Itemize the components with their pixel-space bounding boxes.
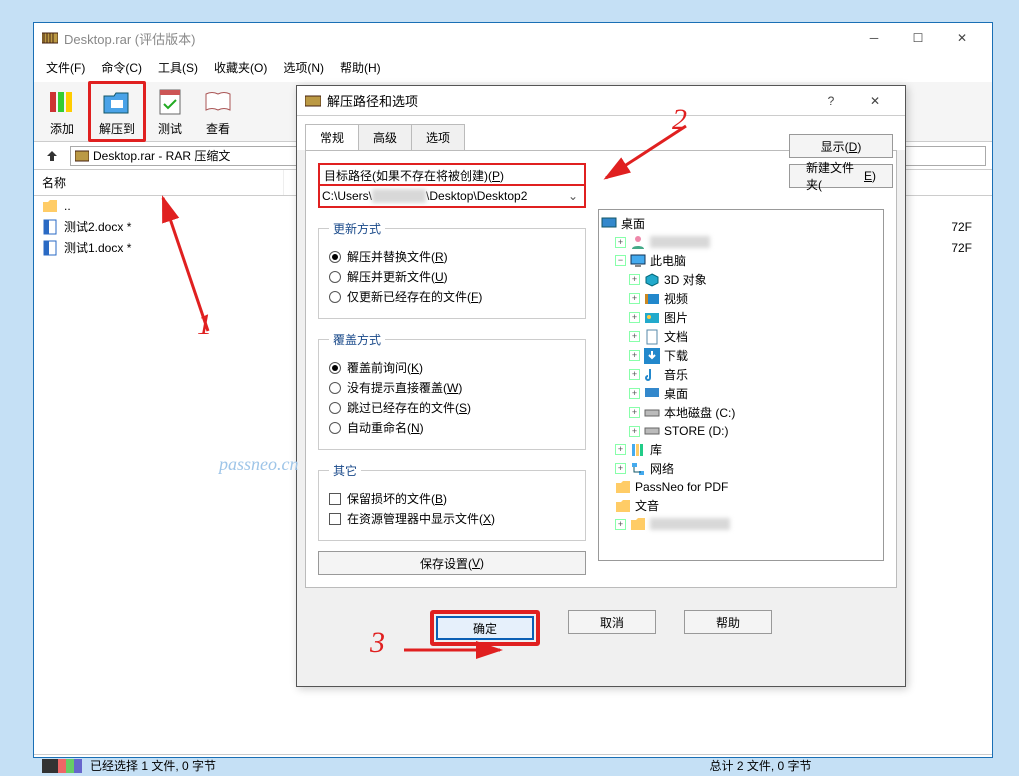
btn-save-settings[interactable]: 保存设置(V) (318, 551, 586, 575)
folder-icon (615, 479, 631, 495)
path-input-seg2: \Desktop\Desktop2 (426, 189, 564, 203)
network-icon (630, 461, 646, 477)
maximize-button[interactable]: ☐ (896, 23, 940, 53)
collapse-icon[interactable]: − (615, 255, 626, 266)
book-open-icon (202, 86, 234, 118)
tab-general[interactable]: 常规 (305, 124, 359, 150)
statusbar: 已经选择 1 文件, 0 字节 总计 2 文件, 0 字节 (34, 754, 992, 776)
docx-icon (42, 219, 58, 235)
video-icon (644, 291, 660, 307)
tree-node-desktop: 桌面 (601, 214, 881, 233)
winrar-icon (42, 30, 58, 46)
btn-extract-to[interactable]: 解压到 (88, 81, 146, 142)
pictures-icon (644, 310, 660, 326)
radio-overwrite[interactable]: 没有提示直接覆盖(W) (329, 379, 575, 396)
expand-icon[interactable]: + (615, 237, 626, 248)
downloads-icon (644, 348, 660, 364)
documents-icon (644, 329, 660, 345)
dialog-help-button[interactable]: ? (809, 86, 853, 116)
btn-display[interactable]: 显示(D) (789, 134, 893, 158)
btn-add[interactable]: 添加 (38, 84, 86, 139)
menu-fav[interactable]: 收藏夹(O) (206, 55, 275, 80)
check-keep-broken[interactable]: 保留损坏的文件(B) (329, 490, 575, 507)
folder-open-icon (101, 86, 133, 118)
desktop-icon (644, 386, 660, 402)
tab-options[interactable]: 选项 (411, 124, 465, 150)
menu-help[interactable]: 帮助(H) (332, 55, 389, 80)
music-icon (644, 367, 660, 383)
group-overwrite: 覆盖方式 覆盖前询问(K) 没有提示直接覆盖(W) 跳过已经存在的文件(S) 自… (318, 331, 586, 450)
group-update: 更新方式 解压并替换文件(R) 解压并更新文件(U) 仅更新已经存在的文件(F) (318, 220, 586, 319)
radio-skip[interactable]: 跳过已经存在的文件(S) (329, 399, 575, 416)
status-indicator-icon (42, 759, 82, 773)
check-show-explorer[interactable]: 在资源管理器中显示文件(X) (329, 510, 575, 527)
dialog-buttons: 确定 取消 帮助 (297, 596, 905, 664)
winrar-icon (305, 93, 321, 109)
folder-icon (615, 498, 631, 514)
path-blur (372, 189, 426, 203)
minimize-button[interactable]: ─ (852, 23, 896, 53)
clipboard-check-icon (154, 86, 186, 118)
menu-file[interactable]: 文件(F) (38, 55, 93, 80)
path-text: Desktop.rar - RAR 压缩文 (93, 147, 230, 164)
arrow-annotation (148, 186, 238, 336)
menubar: 文件(F) 命令(C) 工具(S) 收藏夹(O) 选项(N) 帮助(H) (34, 53, 992, 82)
radio-extract-update[interactable]: 解压并更新文件(U) (329, 268, 575, 285)
status-right: 总计 2 文件, 0 字节 (537, 757, 984, 774)
annotation-3: 3 (370, 626, 385, 660)
menu-options[interactable]: 选项(N) (275, 55, 332, 80)
arrow-annotation (400, 636, 510, 662)
menu-tools[interactable]: 工具(S) (150, 55, 206, 80)
status-left: 已经选择 1 文件, 0 字节 (90, 757, 537, 774)
pc-icon (630, 253, 646, 269)
desktop-icon (601, 216, 617, 232)
btn-help[interactable]: 帮助 (684, 610, 772, 634)
disk-icon (644, 423, 660, 439)
archive-icon (75, 149, 89, 163)
books-icon (46, 86, 78, 118)
docx-icon (42, 240, 58, 256)
path-combo[interactable]: C:\Users\ \Desktop\Desktop2 ⌄ (318, 184, 586, 208)
library-icon (630, 442, 646, 458)
path-input-seg1: C:\Users\ (322, 189, 372, 203)
tab-advanced[interactable]: 高级 (358, 124, 412, 150)
radio-autorename[interactable]: 自动重命名(N) (329, 419, 575, 436)
path-label: 目标路径(如果不存在将被创建)(P) (318, 163, 586, 186)
tab-body: 目标路径(如果不存在将被创建)(P) C:\Users\ \Desktop\De… (305, 150, 897, 588)
chevron-down-icon[interactable]: ⌄ (564, 189, 582, 203)
radio-extract-replace[interactable]: 解压并替换文件(R) (329, 248, 575, 265)
btn-test[interactable]: 测试 (146, 84, 194, 139)
btn-new-folder[interactable]: 新建文件夹(E) (789, 164, 893, 188)
window-title: Desktop.rar (评估版本) (64, 29, 852, 48)
folder-tree[interactable]: 桌面 + −此电脑 +3D 对象 +视频 +图片 +文档 +下载 +音乐 +桌面… (598, 209, 884, 561)
radio-freshen[interactable]: 仅更新已经存在的文件(F) (329, 288, 575, 305)
dialog-titlebar: 解压路径和选项 ? ✕ (297, 86, 905, 116)
close-button[interactable]: ✕ (940, 23, 984, 53)
menu-command[interactable]: 命令(C) (93, 55, 150, 80)
dialog-close-button[interactable]: ✕ (853, 86, 897, 116)
annotation-2: 2 (672, 103, 687, 137)
arrow-up-icon (45, 149, 59, 163)
3d-icon (644, 272, 660, 288)
folder-icon (630, 516, 646, 532)
user-icon (630, 234, 646, 250)
dialog-title: 解压路径和选项 (327, 91, 809, 110)
folder-icon (42, 198, 58, 214)
radio-ask[interactable]: 覆盖前询问(K) (329, 359, 575, 376)
btn-view[interactable]: 查看 (194, 84, 242, 139)
main-titlebar: Desktop.rar (评估版本) ─ ☐ ✕ (34, 23, 992, 53)
disk-icon (644, 405, 660, 421)
annotation-1: 1 (197, 308, 212, 342)
up-dir-button[interactable] (40, 146, 64, 166)
watermark: passneo.cn (219, 454, 299, 475)
group-misc: 其它 保留损坏的文件(B) 在资源管理器中显示文件(X) (318, 462, 586, 541)
btn-cancel[interactable]: 取消 (568, 610, 656, 634)
